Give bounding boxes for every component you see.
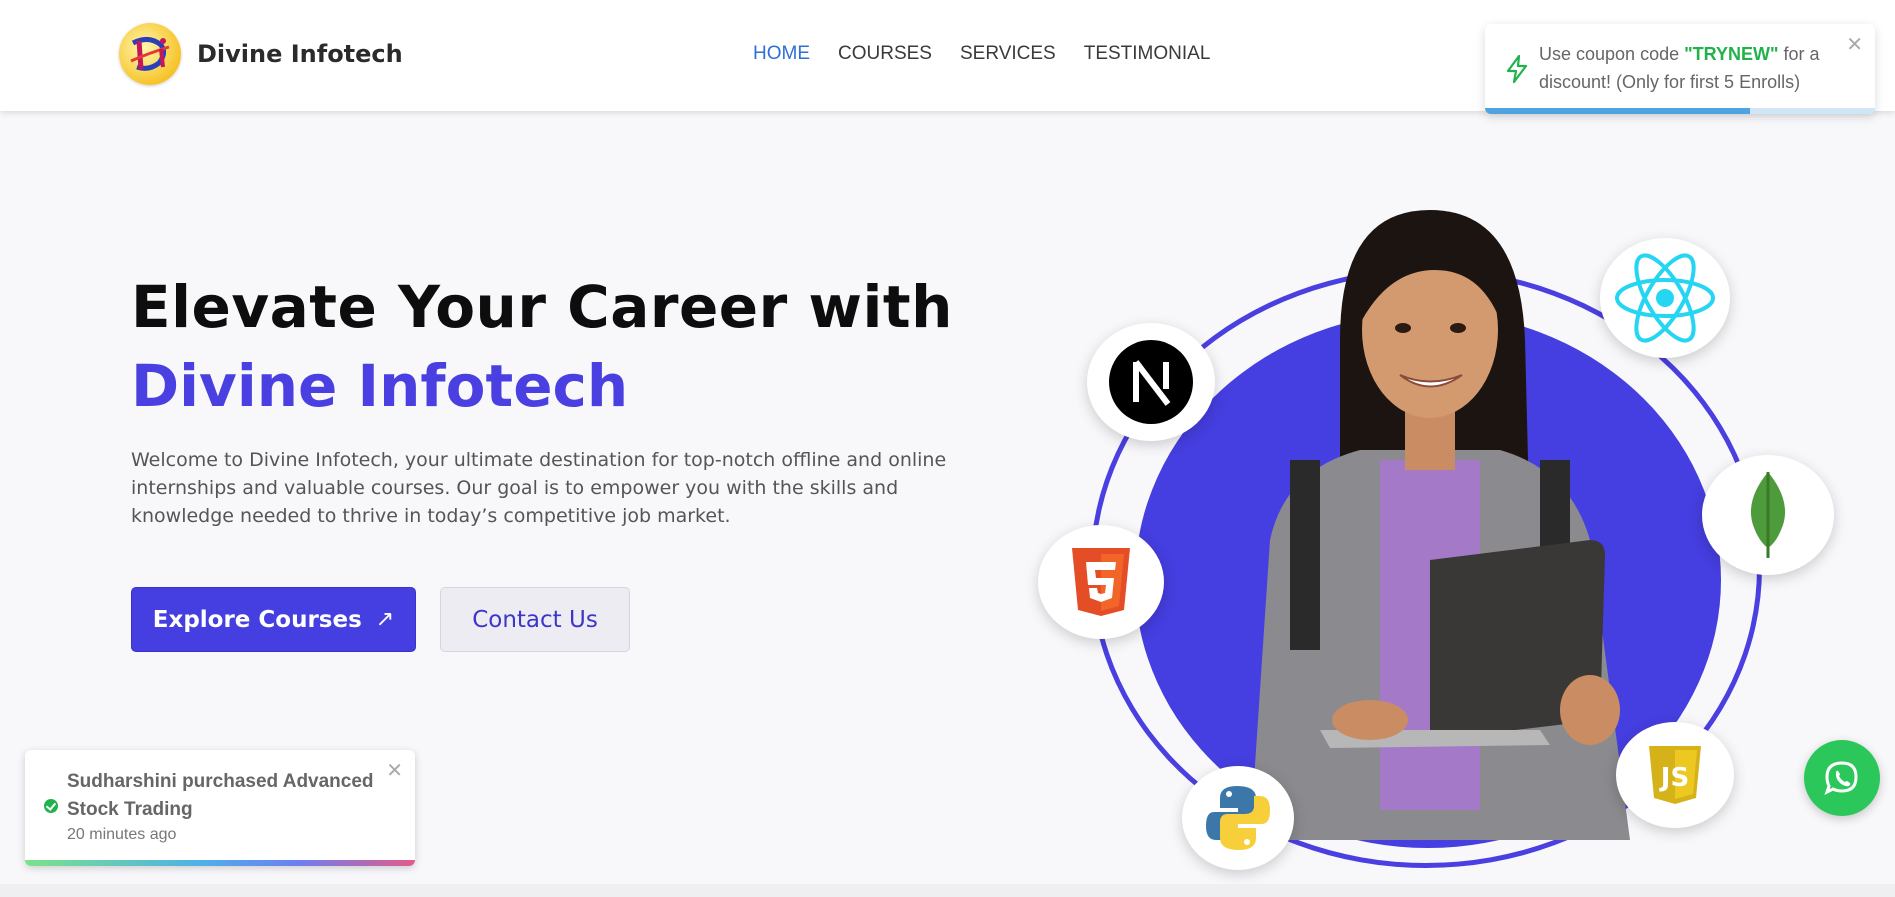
mongodb-icon <box>1702 455 1834 575</box>
nav-home[interactable]: HOME <box>753 43 810 65</box>
purchase-time: 20 minutes ago <box>67 826 177 843</box>
javascript-icon: JS <box>1616 722 1734 828</box>
main-nav: HOME COURSES SERVICES TESTIMONIAL <box>753 43 1238 65</box>
hero-title: Elevate Your Career with <box>131 273 953 341</box>
python-icon <box>1182 766 1294 870</box>
svg-text:JS: JS <box>1659 763 1689 793</box>
bottom-strip <box>0 884 1895 897</box>
hero-description: Welcome to Divine Infotech, your ultimat… <box>131 449 947 527</box>
coupon-prefix: Use coupon code <box>1539 44 1685 64</box>
nav-testimonial[interactable]: TESTIMONIAL <box>1084 43 1211 65</box>
nav-courses[interactable]: COURSES <box>838 43 932 65</box>
react-icon <box>1600 238 1730 358</box>
coupon-message: Use coupon code "TRYNEW" for a discount!… <box>1539 40 1849 96</box>
contact-us-button[interactable]: Contact Us <box>440 587 630 652</box>
nextjs-icon <box>1087 323 1215 441</box>
purchase-message: Sudharshini purchased Advanced Stock Tra… <box>67 771 374 820</box>
check-circle-icon <box>44 799 58 813</box>
logo-icon <box>119 23 181 85</box>
explore-courses-button[interactable]: Explore Courses ↗ <box>131 587 416 652</box>
whatsapp-icon <box>1824 761 1858 795</box>
coupon-progress-bar <box>1485 108 1751 114</box>
close-icon[interactable]: ✕ <box>1846 32 1863 56</box>
purchase-progress-bar <box>25 860 415 866</box>
arrow-up-right-icon: ↗ <box>375 607 395 632</box>
hero-title-highlight: Divine Infotech <box>131 352 629 420</box>
close-icon[interactable]: ✕ <box>386 758 403 782</box>
html5-icon <box>1038 525 1164 639</box>
coupon-toast: Use coupon code "TRYNEW" for a discount!… <box>1485 24 1875 114</box>
brand-logo-link[interactable]: Divine Infotech <box>119 23 403 85</box>
bolt-icon <box>1506 54 1528 84</box>
whatsapp-button[interactable] <box>1804 740 1880 816</box>
coupon-code: "TRYNEW" <box>1684 44 1779 64</box>
purchase-notification: Sudharshini purchased Advanced Stock Tra… <box>25 750 415 866</box>
brand-name: Divine Infotech <box>197 40 403 68</box>
nav-services[interactable]: SERVICES <box>960 43 1056 65</box>
explore-courses-label: Explore Courses <box>152 606 362 633</box>
